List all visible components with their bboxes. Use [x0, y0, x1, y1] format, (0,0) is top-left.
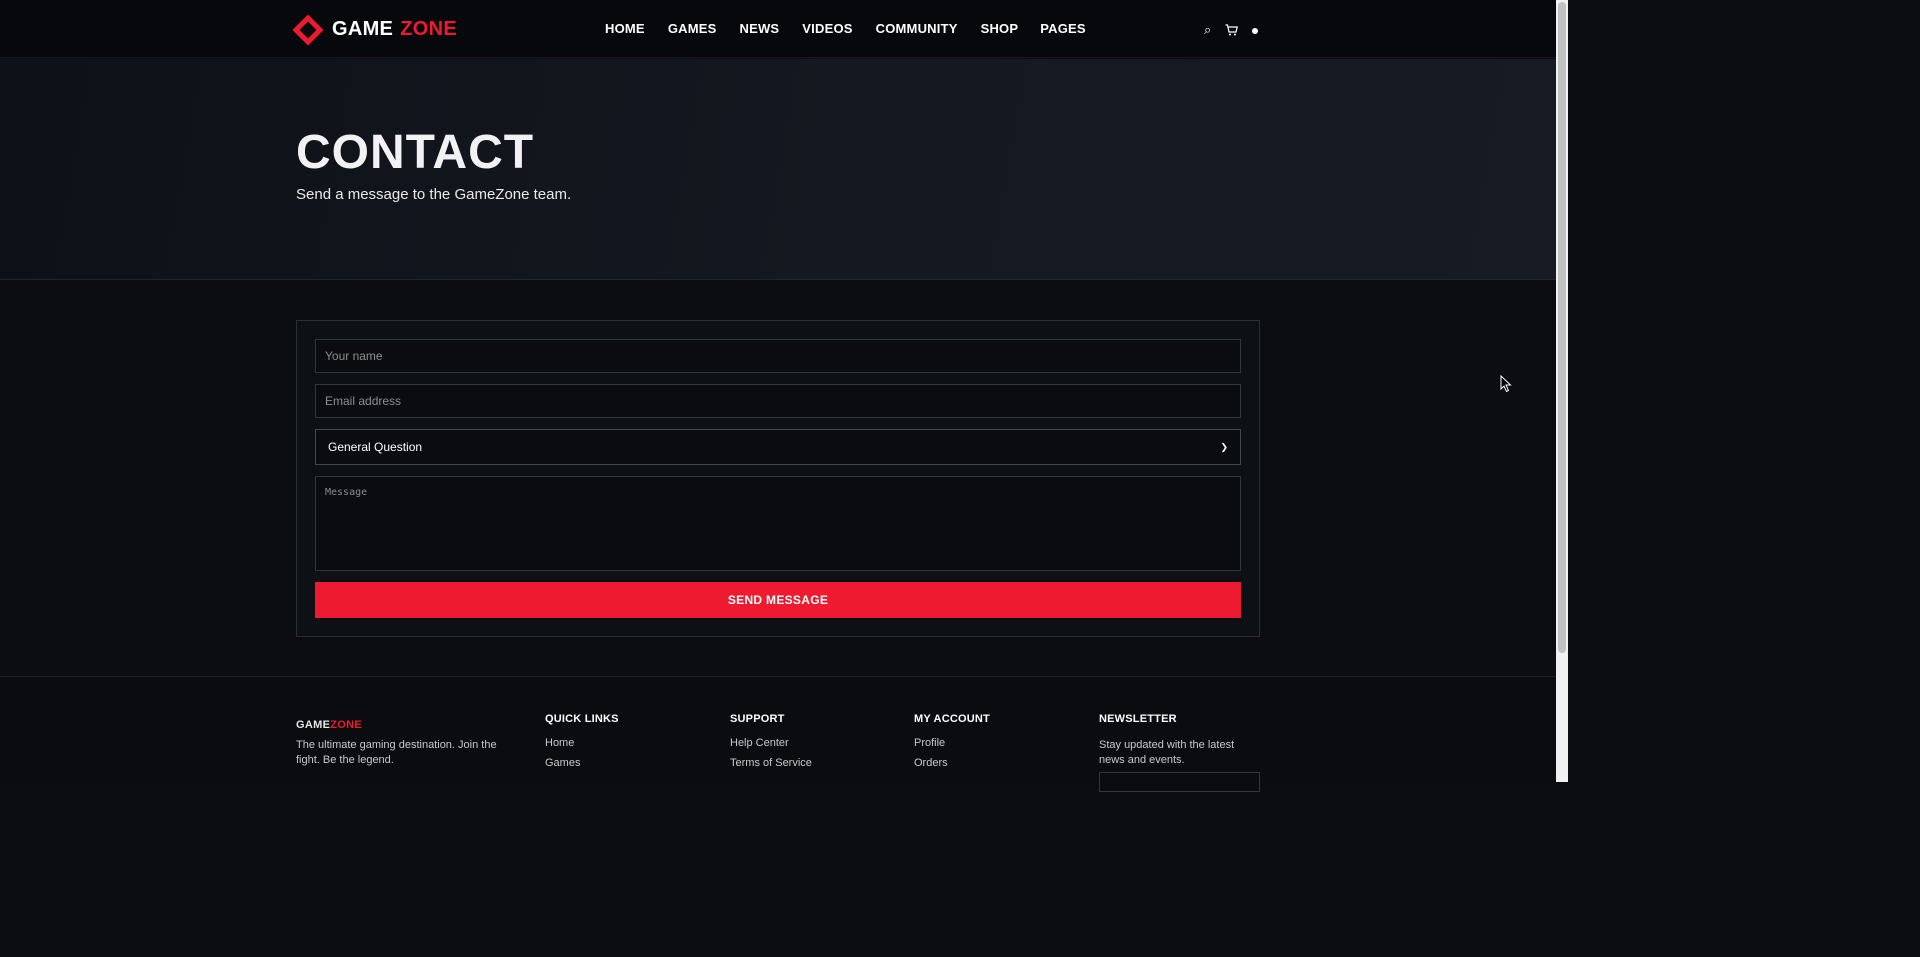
page-scrollbar[interactable]: [1556, 0, 1568, 782]
nav-games[interactable]: GAMES: [668, 21, 717, 36]
nav-shop[interactable]: SHOP: [981, 21, 1019, 36]
chevron-down-icon: ❯: [1220, 441, 1228, 452]
nav-news[interactable]: NEWS: [739, 21, 779, 36]
footer-heading: MY ACCOUNT: [914, 713, 990, 725]
logo-diamond-icon: [292, 13, 324, 46]
topic-select[interactable]: General Question ❯: [315, 429, 1241, 465]
footer-link-home[interactable]: Home: [545, 738, 619, 749]
footer-newsletter: NEWSLETTER Stay updated with the latest …: [1099, 713, 1259, 768]
scrollbar-thumb[interactable]: [1558, 2, 1566, 653]
footer-heading: QUICK LINKS: [545, 713, 619, 725]
logo[interactable]: GAME ZONE: [292, 13, 457, 46]
nav-home[interactable]: HOME: [605, 21, 645, 36]
message-textarea[interactable]: [315, 476, 1241, 571]
footer-link-terms[interactable]: Terms of Service: [730, 758, 812, 769]
footer-account: MY ACCOUNT Profile Orders: [914, 713, 990, 778]
footer-description: The ultimate gaming destination. Join th…: [296, 739, 497, 766]
header-icons: ⌕: [1204, 22, 1259, 38]
page-hero: CONTACT Send a message to the GameZone t…: [0, 59, 1556, 280]
footer-heading: NEWSLETTER: [1099, 713, 1177, 725]
cart-icon[interactable]: [1225, 24, 1239, 36]
footer-heading: SUPPORT: [730, 713, 785, 725]
footer-link-profile[interactable]: Profile: [914, 738, 990, 749]
footer-link-orders[interactable]: Orders: [914, 758, 990, 769]
newsletter-email-input[interactable]: [1099, 772, 1260, 792]
footer-brand: GAMEZONE: [296, 719, 362, 731]
footer-quick-links: QUICK LINKS Home Games: [545, 713, 619, 778]
main-nav: HOME GAMES NEWS VIDEOS COMMUNITY SHOP PA…: [605, 21, 1086, 36]
send-message-button[interactable]: SEND MESSAGE: [315, 582, 1241, 618]
topic-select-value: General Question: [328, 440, 423, 454]
contact-form: General Question ❯ SEND MESSAGE: [296, 320, 1260, 637]
footer-link-help-center[interactable]: Help Center: [730, 738, 812, 749]
logo-text: GAME ZONE: [332, 18, 457, 40]
site-footer: GAMEZONE The ultimate gaming destination…: [0, 676, 1556, 792]
nav-videos[interactable]: VIDEOS: [802, 21, 852, 36]
user-icon[interactable]: [1252, 27, 1259, 34]
site-header: GAME ZONE HOME GAMES NEWS VIDEOS COMMUNIT…: [0, 0, 1556, 58]
email-input[interactable]: [315, 384, 1241, 418]
nav-community[interactable]: COMMUNITY: [876, 21, 958, 36]
page-subtitle: Send a message to the GameZone team.: [296, 186, 572, 203]
mouse-cursor-icon: [1500, 374, 1512, 398]
name-input[interactable]: [315, 339, 1241, 373]
nav-pages[interactable]: PAGES: [1040, 21, 1086, 36]
footer-support: SUPPORT Help Center Terms of Service: [730, 713, 812, 778]
page-title: CONTACT: [296, 126, 535, 179]
search-icon[interactable]: ⌕: [1204, 22, 1211, 38]
newsletter-text: Stay updated with the latest news and ev…: [1099, 739, 1235, 766]
footer-link-games[interactable]: Games: [545, 758, 619, 769]
